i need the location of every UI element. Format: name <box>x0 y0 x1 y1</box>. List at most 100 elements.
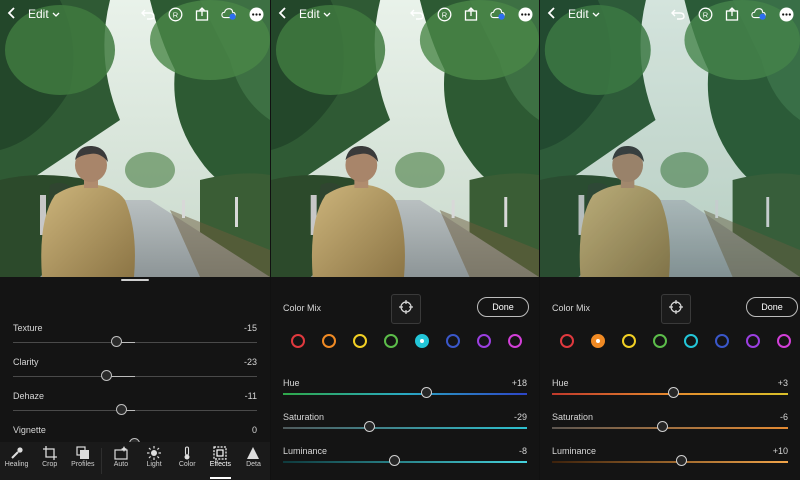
tool-profiles[interactable]: Profiles <box>66 442 99 480</box>
slider-track[interactable] <box>13 410 257 411</box>
done-button[interactable]: Done <box>746 297 798 317</box>
color-mix-panel-orange: Edit R Color Mix Done Hue +3 Saturation -6 L… <box>540 0 800 480</box>
swatch-orange[interactable] <box>591 334 605 348</box>
tool-label: Auto <box>113 461 129 468</box>
slider-track[interactable] <box>13 376 257 377</box>
swatch-purple[interactable] <box>477 334 491 348</box>
slider-track[interactable] <box>552 427 788 429</box>
swatch-blue[interactable] <box>446 334 460 348</box>
done-button[interactable]: Done <box>477 297 529 317</box>
back-button[interactable] <box>271 6 293 23</box>
tool-auto[interactable]: Auto <box>104 442 137 480</box>
color-mix-title: Color Mix <box>552 303 591 313</box>
swatch-blue[interactable] <box>715 334 729 348</box>
swatch-red[interactable] <box>291 334 305 348</box>
light-sun-icon <box>147 445 162 461</box>
cloud-sync-icon[interactable] <box>490 6 506 22</box>
slider-knob[interactable] <box>115 404 127 415</box>
slider-knob[interactable] <box>656 421 668 432</box>
swatch-aqua[interactable] <box>415 334 429 348</box>
tool-effects[interactable]: Effects <box>204 442 237 480</box>
tool-crop[interactable]: Crop <box>33 442 66 480</box>
slider-knob[interactable] <box>363 421 375 432</box>
versions-icon[interactable]: R <box>167 6 183 22</box>
swatch-purple[interactable] <box>746 334 760 348</box>
tool-label: Color <box>178 461 196 468</box>
edit-label: Edit <box>568 7 589 21</box>
undo-icon[interactable] <box>140 6 156 22</box>
tool-label: Light <box>146 461 162 468</box>
swatch-red[interactable] <box>560 334 574 348</box>
versions-icon[interactable]: R <box>436 6 452 22</box>
targeted-adjustment-button[interactable] <box>391 294 421 324</box>
slider-value: +3 <box>777 378 788 388</box>
slider-label: Saturation <box>552 412 594 422</box>
versions-icon[interactable]: R <box>697 6 713 22</box>
swatch-magenta[interactable] <box>777 334 791 348</box>
swatch-yellow[interactable] <box>622 334 636 348</box>
panel-handle[interactable] <box>121 279 149 281</box>
targeted-adjustment-button[interactable] <box>661 294 691 324</box>
color-mix-controls: Color Mix Done Hue +18 Saturation -29 Lumina… <box>271 277 539 480</box>
undo-icon[interactable] <box>670 6 686 22</box>
tool-color[interactable]: Color <box>171 442 204 480</box>
svg-text:R: R <box>172 10 178 19</box>
chevron-left-icon <box>277 6 287 23</box>
slider-track[interactable] <box>13 342 257 343</box>
edit-menu[interactable]: Edit <box>568 7 600 21</box>
cloud-sync-icon[interactable] <box>751 6 767 22</box>
slider-track[interactable] <box>283 461 527 463</box>
slider-knob[interactable] <box>100 370 112 381</box>
swatch-yellow[interactable] <box>353 334 367 348</box>
photo-preview <box>271 0 539 277</box>
slider-value: +18 <box>511 378 527 388</box>
more-options-icon[interactable] <box>517 6 533 22</box>
slider-track[interactable] <box>552 461 788 463</box>
share-icon[interactable] <box>463 6 479 22</box>
effects-controls: Texture -15 Clarity -23 Dehaze -11 Vignette 0 H… <box>0 277 270 480</box>
slider-track[interactable] <box>283 393 527 395</box>
tool-deta[interactable]: Deta <box>237 442 270 480</box>
color-mix-header: Color Mix Done <box>271 277 539 324</box>
swatch-green[interactable] <box>653 334 667 348</box>
slider-knob[interactable] <box>110 336 122 347</box>
cloud-sync-icon[interactable] <box>221 6 237 22</box>
edit-menu[interactable]: Edit <box>299 7 331 21</box>
chevron-down-icon <box>52 7 60 21</box>
share-icon[interactable] <box>724 6 740 22</box>
chevron-left-icon <box>546 6 556 23</box>
color-swatches <box>283 334 529 350</box>
back-button[interactable] <box>540 6 562 23</box>
share-icon[interactable] <box>194 6 210 22</box>
swatch-green[interactable] <box>384 334 398 348</box>
effects-icon <box>213 445 227 461</box>
slider-label: Luminance <box>552 446 597 456</box>
slider-value: -23 <box>243 357 257 367</box>
slider-knob[interactable] <box>675 455 687 466</box>
tool-light[interactable]: Light <box>137 442 170 480</box>
swatch-orange[interactable] <box>322 334 336 348</box>
slider-label: Hue <box>283 378 300 388</box>
svg-text:R: R <box>441 10 447 19</box>
undo-icon[interactable] <box>409 6 425 22</box>
top-bar: Edit R <box>540 0 800 28</box>
swatch-aqua[interactable] <box>684 334 698 348</box>
thermometer-icon <box>180 445 194 461</box>
slider-label: Saturation <box>283 412 325 422</box>
swatch-magenta[interactable] <box>508 334 522 348</box>
slider-track[interactable] <box>283 427 527 429</box>
slider-knob[interactable] <box>389 455 401 466</box>
back-button[interactable] <box>0 6 22 23</box>
slider-knob[interactable] <box>420 387 432 398</box>
edit-menu[interactable]: Edit <box>28 7 60 21</box>
color-mix-header: Color Mix Done <box>540 277 800 324</box>
slider-knob[interactable] <box>667 387 679 398</box>
more-options-icon[interactable] <box>248 6 264 22</box>
more-options-icon[interactable] <box>778 6 794 22</box>
slider-value: -15 <box>243 323 257 333</box>
tool-label: Effects <box>209 461 231 468</box>
tool-label: Crop <box>42 461 58 468</box>
profiles-icon <box>76 445 90 461</box>
crop-icon <box>42 445 57 461</box>
tool-healing[interactable]: Healing <box>0 442 33 480</box>
